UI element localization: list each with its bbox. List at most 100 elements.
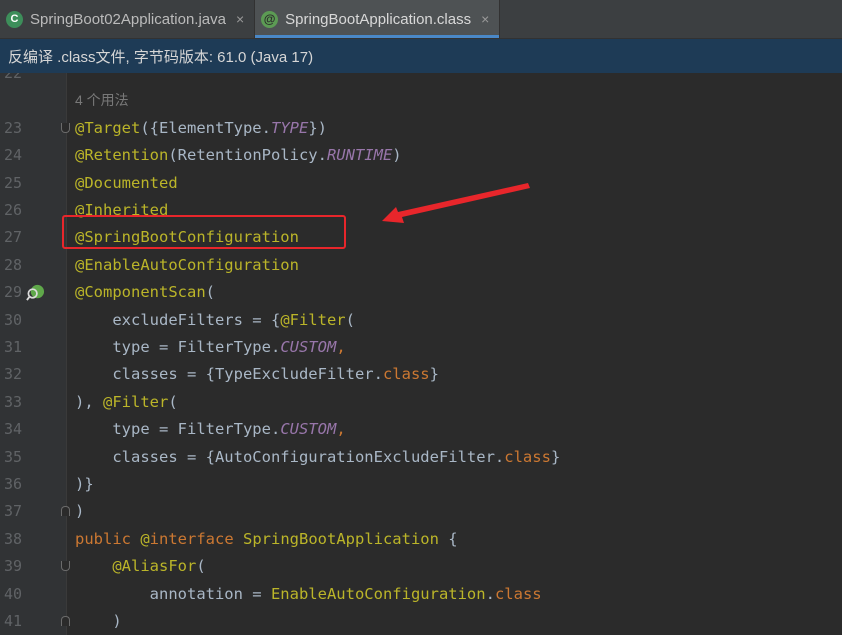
code-token: , <box>336 420 346 439</box>
code-token: ), <box>75 392 103 411</box>
spring-bean-gutter-icon[interactable] <box>26 283 45 302</box>
code-line[interactable]: 40 annotation = EnableAutoConfiguration.… <box>0 581 842 608</box>
line-number: 39 <box>4 557 23 576</box>
code-line[interactable]: 30 excludeFilters = {@Filter( <box>0 307 842 334</box>
code-text: type = FilterType.CUSTOM, <box>75 416 346 443</box>
code-token: ) <box>392 146 402 165</box>
code-token: @EnableAutoConfiguration <box>75 255 299 274</box>
fold-marker-icon[interactable] <box>61 561 70 572</box>
red-arrow-annotation <box>382 183 530 223</box>
line-number: 38 <box>4 529 23 548</box>
code-text: ) <box>75 498 84 525</box>
line-number: 41 <box>4 612 23 630</box>
code-text: ) <box>75 608 122 635</box>
fold-marker-icon[interactable] <box>61 506 70 517</box>
code-text: @Target({ElementType.TYPE}) <box>75 115 327 142</box>
code-line[interactable]: 31 type = FilterType.CUSTOM, <box>0 334 842 361</box>
code-line[interactable]: 34 type = FilterType.CUSTOM, <box>0 416 842 443</box>
code-token: (RetentionPolicy. <box>168 146 327 165</box>
code-token: )} <box>75 475 94 493</box>
code-token: ( <box>205 283 215 302</box>
code-token: @Retention <box>75 146 169 165</box>
code-token: ( <box>168 392 178 411</box>
code-token: ) <box>75 502 85 521</box>
code-token: class <box>382 365 430 384</box>
line-number: 27 <box>4 228 23 247</box>
code-token: type = FilterType. <box>75 420 281 439</box>
code-token: type = FilterType. <box>75 338 281 356</box>
tab-label: SpringBoot02Application.java <box>30 10 226 28</box>
code-token: , <box>336 338 346 356</box>
line-number: 33 <box>4 392 23 411</box>
code-token: ( <box>196 557 206 576</box>
code-token: class <box>494 584 542 603</box>
code-line[interactable]: 29 @ComponentScan( <box>0 279 842 306</box>
code-token: . <box>485 584 495 603</box>
spring-class-icon: C <box>6 10 23 28</box>
line-number: 34 <box>4 420 23 439</box>
line-number: 26 <box>4 201 23 219</box>
code-line[interactable]: 35 classes = {AutoConfigurationExcludeFi… <box>0 444 842 471</box>
editor-tab-bar: C SpringBoot02Application.java × @ Sprin… <box>0 0 842 39</box>
usage-hint[interactable]: 4 个用法 <box>75 92 129 108</box>
code-line[interactable]: 36)} <box>0 471 842 498</box>
code-text: 4 个用法 <box>75 87 129 114</box>
code-text: @Retention(RetentionPolicy.RUNTIME) <box>75 142 402 169</box>
code-token: class <box>504 447 551 466</box>
code-line[interactable]: 33), @Filter( <box>0 389 842 416</box>
code-token: @Target <box>75 118 141 137</box>
fold-marker-icon[interactable] <box>61 616 70 626</box>
code-token: ( <box>345 310 355 329</box>
code-text: annotation = EnableAutoConfiguration.cla… <box>75 581 542 608</box>
fold-marker-icon[interactable] <box>61 122 70 133</box>
code-text: public @interface SpringBootApplication … <box>75 526 458 553</box>
code-token: excludeFilters = { <box>75 310 281 329</box>
code-token: }) <box>308 118 327 137</box>
code-text: @ComponentScan( <box>75 279 215 306</box>
code-token: interface <box>149 529 243 548</box>
code-line[interactable]: 38 public @interface SpringBootApplicatio… <box>0 526 842 553</box>
tab-springboot02application[interactable]: C SpringBoot02Application.java × <box>0 0 256 38</box>
code-editor[interactable]: 22 4 个用法 23 @Target({ElementType.TYPE}) 24 @R… <box>0 73 842 635</box>
code-line[interactable]: 22 <box>0 73 842 87</box>
code-text: @EnableAutoConfiguration <box>75 252 299 279</box>
code-line[interactable]: 37) <box>0 498 842 525</box>
code-line[interactable]: 41 ) <box>0 608 842 635</box>
annotation-icon: @ <box>261 10 279 28</box>
code-line[interactable]: 24 @Retention(RetentionPolicy.RUNTIME) <box>0 142 842 169</box>
line-number: 32 <box>4 365 23 384</box>
close-icon[interactable]: × <box>236 11 244 27</box>
line-number: 23 <box>4 118 23 137</box>
code-text: type = FilterType.CUSTOM, <box>75 334 346 361</box>
code-line[interactable]: 32 classes = {TypeExcludeFilter.class} <box>0 361 842 388</box>
code-line[interactable]: 28 @EnableAutoConfiguration <box>0 252 842 279</box>
code-token: @ <box>140 529 150 548</box>
tab-label: SpringBootApplication.class <box>285 10 472 28</box>
code-token: EnableAutoConfiguration <box>270 584 486 603</box>
code-token: CUSTOM <box>280 420 337 439</box>
line-number: 25 <box>4 173 23 192</box>
code-token: @Documented <box>75 173 178 192</box>
code-text: @AliasFor( <box>75 553 206 580</box>
line-number: 40 <box>4 584 23 603</box>
code-token: CUSTOM <box>280 338 337 356</box>
code-text: @Documented <box>75 170 178 197</box>
line-number: 29 <box>4 283 23 302</box>
code-token: @Filter <box>103 392 169 411</box>
tab-springbootapplication[interactable]: @ SpringBootApplication.class × <box>255 0 501 38</box>
code-token: } <box>429 365 439 384</box>
code-token: RUNTIME <box>326 146 393 165</box>
code-token: } <box>550 447 561 466</box>
code-line[interactable]: 23 @Target({ElementType.TYPE}) <box>0 115 842 142</box>
code-text: classes = {AutoConfigurationExcludeFilte… <box>75 444 560 471</box>
close-icon[interactable]: × <box>481 11 489 27</box>
code-token: ) <box>75 612 122 630</box>
code-token: TYPE <box>270 118 309 137</box>
line-number: 35 <box>4 447 23 466</box>
decompile-notice-text: 反编译 .class文件, 字节码版本: 61.0 (Java 17) <box>8 48 314 66</box>
code-line[interactable]: 39 @AliasFor( <box>0 553 842 580</box>
line-number: 28 <box>4 255 23 274</box>
code-line[interactable]: 4 个用法 <box>0 87 842 114</box>
code-token: @AliasFor <box>112 557 197 576</box>
